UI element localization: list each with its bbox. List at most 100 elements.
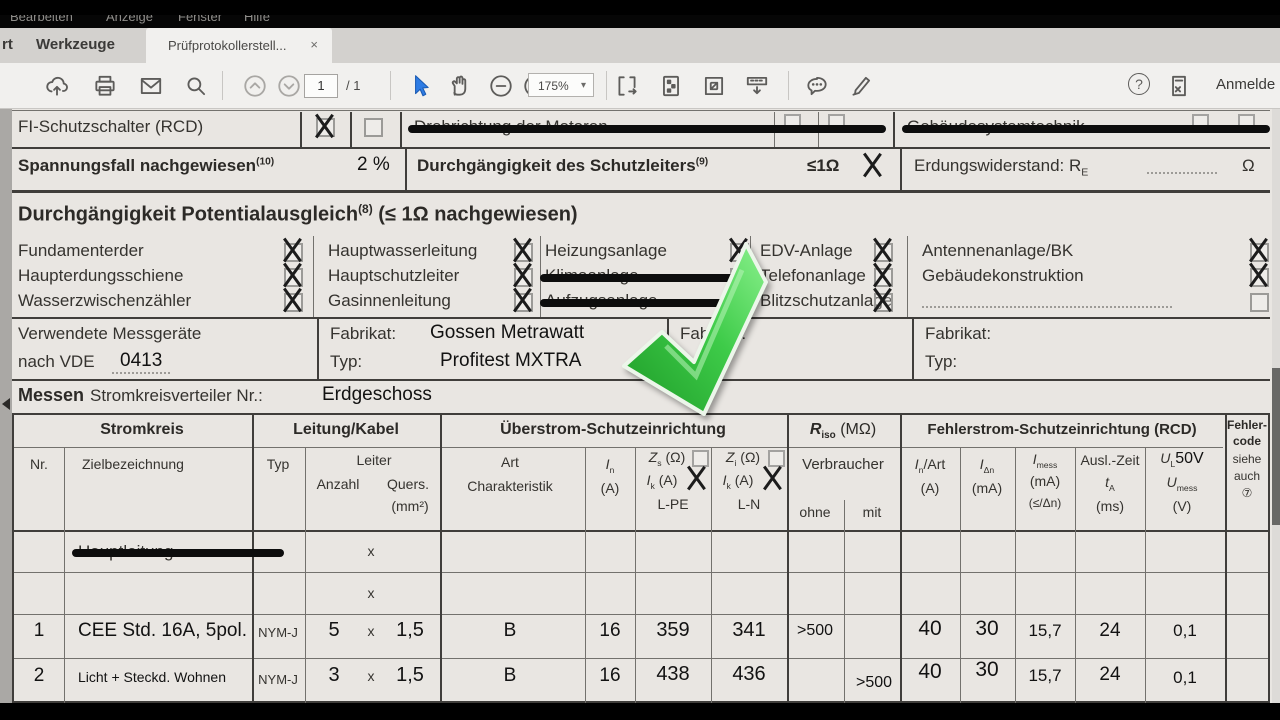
- row-rcd-in[interactable]: 40: [918, 660, 941, 684]
- vertical-scrollbar[interactable]: [1272, 108, 1280, 703]
- tab-start-partial[interactable]: rt: [2, 36, 13, 53]
- zi-checkbox[interactable]: [768, 450, 785, 467]
- spannungsfall-value[interactable]: 2 %: [357, 154, 390, 176]
- fit-width-icon[interactable]: [614, 73, 640, 99]
- typ-value-1[interactable]: Profitest MXTRA: [440, 350, 581, 372]
- fabrikat-label-1: Fabrikat:: [330, 324, 396, 344]
- erdungswiderstand-blank[interactable]: [1147, 172, 1217, 174]
- page-number-input[interactable]: 1: [304, 74, 338, 98]
- bottom-letterbox: [0, 703, 1280, 720]
- scrollbar-thumb[interactable]: [1272, 368, 1280, 525]
- col-anzahl: Anzahl: [317, 476, 360, 492]
- row-typ[interactable]: NYM-J: [258, 672, 298, 687]
- row-nr[interactable]: 1: [34, 620, 45, 642]
- row-ta[interactable]: 24: [1099, 620, 1120, 642]
- col-quers: Quers.: [387, 476, 429, 492]
- bond-item: Fundamenterder: [18, 241, 144, 261]
- fit-page-icon[interactable]: [658, 73, 684, 99]
- row-quers[interactable]: 1,5: [396, 619, 424, 642]
- col-ik-lpe: Ik (A): [647, 472, 678, 491]
- export-document-icon[interactable]: [1166, 73, 1192, 99]
- bond-item: Hauptwasserleitung: [328, 241, 477, 261]
- row-u[interactable]: 0,1: [1173, 668, 1197, 688]
- select-cursor-icon[interactable]: [408, 73, 434, 99]
- group-riso: Riso (MΩ): [810, 421, 876, 441]
- col-typ: Typ: [267, 456, 290, 472]
- row-zln[interactable]: 436: [732, 663, 765, 686]
- zoom-level-select[interactable]: 175% ▾: [528, 73, 594, 97]
- row-quers[interactable]: 1,5: [396, 664, 424, 687]
- verteiler-value[interactable]: Erdgeschoss: [322, 384, 432, 406]
- col-lpe: L-PE: [657, 496, 688, 512]
- row-idn[interactable]: 30: [975, 617, 998, 641]
- next-page-icon[interactable]: [276, 73, 302, 99]
- fehlercode-line: auch: [1234, 469, 1260, 483]
- messgeraete-label-1: Verwendete Messgeräte: [18, 324, 201, 344]
- print-icon[interactable]: [92, 73, 118, 99]
- schutzleiter-label: Durchgängigkeit des Schutzleiters(9): [417, 156, 708, 176]
- col-idn: IΔn: [980, 456, 995, 475]
- row-in[interactable]: 16: [599, 620, 620, 642]
- bond-item: Gebäudekonstruktion: [922, 266, 1084, 286]
- tab-document[interactable]: Prüfprotokollerstell... ×: [146, 28, 332, 63]
- share-cloud-icon[interactable]: [44, 73, 70, 99]
- row-anzahl[interactable]: 3: [328, 664, 339, 687]
- row-in[interactable]: 16: [599, 665, 620, 687]
- help-icon[interactable]: ?: [1128, 73, 1150, 95]
- row-ziel[interactable]: CEE Std. 16A, 5pol.: [78, 620, 247, 642]
- row-imess[interactable]: 15,7: [1028, 621, 1061, 641]
- bond-item: Wasserzwischenzähler: [18, 291, 191, 311]
- lpe-check-x[interactable]: [686, 466, 706, 490]
- fullscreen-icon[interactable]: [701, 73, 727, 99]
- fabrikat-label-3: Fabrikat:: [925, 324, 991, 344]
- row-nr[interactable]: 2: [34, 665, 45, 687]
- fi-rcd-checkbox-no[interactable]: [364, 118, 383, 137]
- fehlercode-line: code: [1233, 434, 1261, 448]
- email-icon[interactable]: [138, 73, 164, 99]
- row-zlpe[interactable]: 438: [656, 663, 689, 686]
- col-ln: L-N: [738, 496, 761, 512]
- fehlercode-ref: ⑦: [1242, 486, 1253, 500]
- row-riso-ohne[interactable]: >500: [797, 622, 833, 640]
- hand-tool-icon[interactable]: [446, 73, 472, 99]
- highlight-icon[interactable]: [848, 73, 874, 99]
- zs-checkbox[interactable]: [692, 450, 709, 467]
- group-leitung: Leitung/Kabel: [293, 421, 399, 439]
- toolbar: 1 / 1 175% ▾ ? Anmelde: [0, 63, 1280, 109]
- fi-rcd-check-x[interactable]: [314, 114, 334, 138]
- row-ziel[interactable]: Licht + Steckd. Wohnen: [78, 669, 226, 685]
- bond-blank-line[interactable]: [922, 306, 1172, 308]
- search-icon[interactable]: [183, 73, 209, 99]
- row-art[interactable]: B: [504, 620, 517, 642]
- row-typ[interactable]: NYM-J: [258, 625, 298, 640]
- tab-document-title: Prüfprotokollerstell...: [168, 38, 287, 53]
- close-tab-icon[interactable]: ×: [310, 37, 318, 52]
- row-zln[interactable]: 341: [732, 619, 765, 642]
- toolbar-divider: [390, 71, 391, 100]
- row-riso-mit[interactable]: >500: [856, 674, 892, 692]
- row-idn[interactable]: 30: [975, 658, 998, 682]
- schutzleiter-check-x[interactable]: [862, 153, 882, 177]
- ln-check-x[interactable]: [762, 466, 782, 490]
- row-rcd-in[interactable]: 40: [918, 617, 941, 641]
- fi-rcd-label: FI-Schutzschalter (RCD): [18, 117, 203, 137]
- comment-icon[interactable]: [804, 73, 830, 99]
- row-anzahl[interactable]: 5: [328, 619, 339, 642]
- sign-in-button[interactable]: Anmelde: [1216, 76, 1275, 93]
- group-stromkreis: Stromkreis: [100, 421, 184, 439]
- row-zlpe[interactable]: 359: [656, 619, 689, 642]
- previous-page-icon[interactable]: [242, 73, 268, 99]
- col-idn-unit: (mA): [972, 480, 1002, 496]
- zoom-level-value: 175%: [538, 79, 569, 93]
- row-ta[interactable]: 24: [1099, 664, 1120, 686]
- zoom-out-icon[interactable]: [488, 73, 514, 99]
- tab-werkzeuge[interactable]: Werkzeuge: [36, 36, 115, 53]
- read-mode-icon[interactable]: [744, 73, 770, 99]
- bond-checkbox[interactable]: [1250, 293, 1269, 312]
- fabrikat-value-1[interactable]: Gossen Metrawatt: [430, 322, 584, 344]
- row-art[interactable]: B: [504, 665, 517, 687]
- vde-value[interactable]: 0413: [112, 350, 170, 374]
- erdungswiderstand-unit: Ω: [1242, 156, 1255, 176]
- row-imess[interactable]: 15,7: [1028, 666, 1061, 686]
- row-u[interactable]: 0,1: [1173, 621, 1197, 641]
